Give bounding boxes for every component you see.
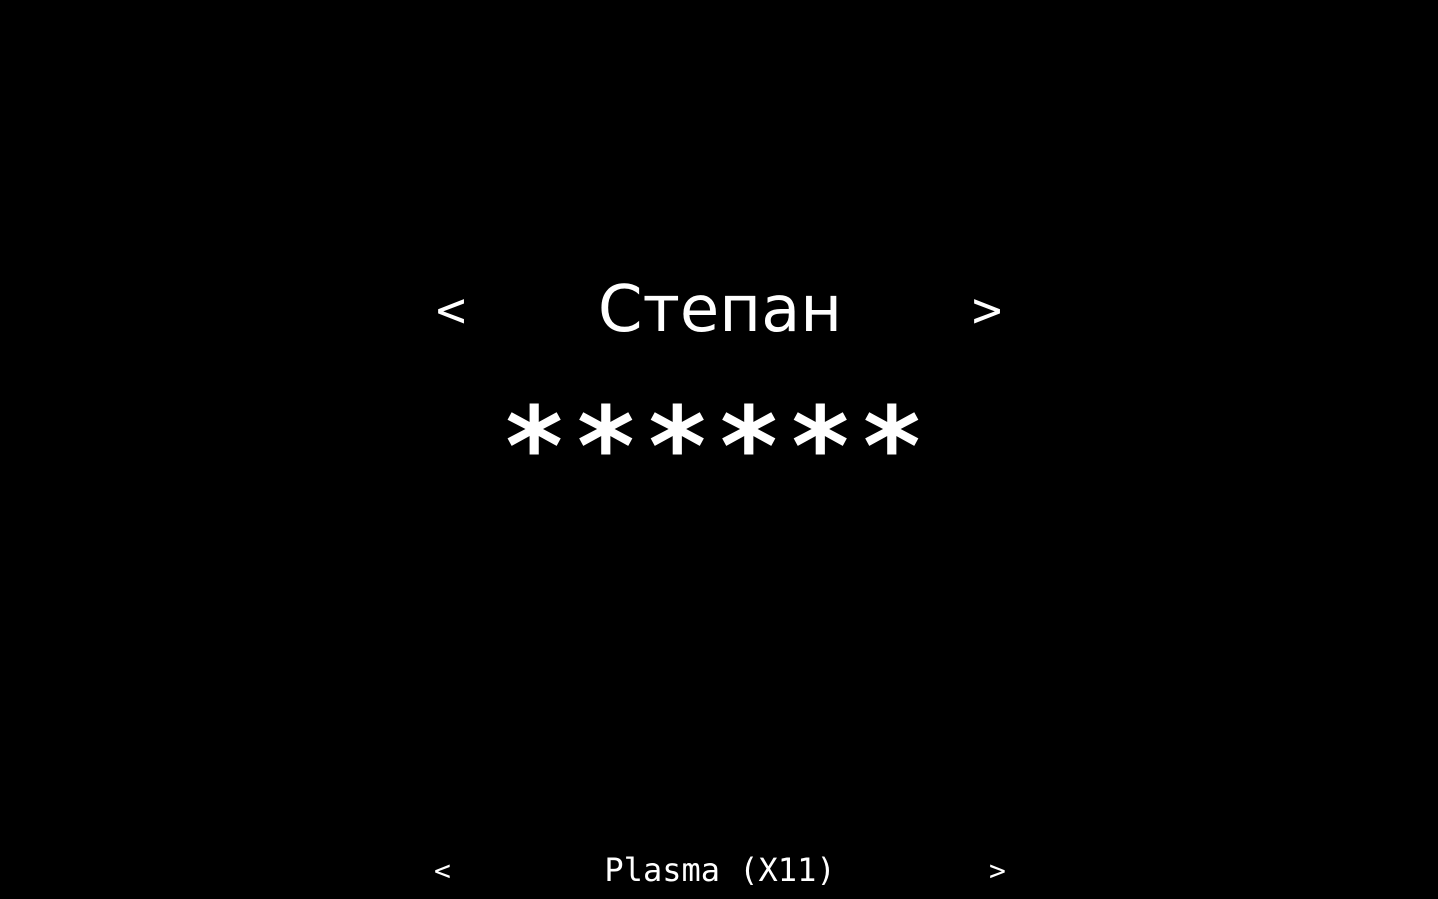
user-next-button[interactable]: >	[972, 285, 1002, 335]
username-label: Степан	[597, 273, 843, 347]
session-prev-button[interactable]: <	[434, 857, 451, 885]
password-field[interactable]: ******	[420, 392, 1020, 502]
session-label: Plasma (X11)	[604, 851, 836, 889]
session-next-button[interactable]: >	[989, 857, 1006, 885]
user-prev-button[interactable]: <	[436, 285, 466, 335]
